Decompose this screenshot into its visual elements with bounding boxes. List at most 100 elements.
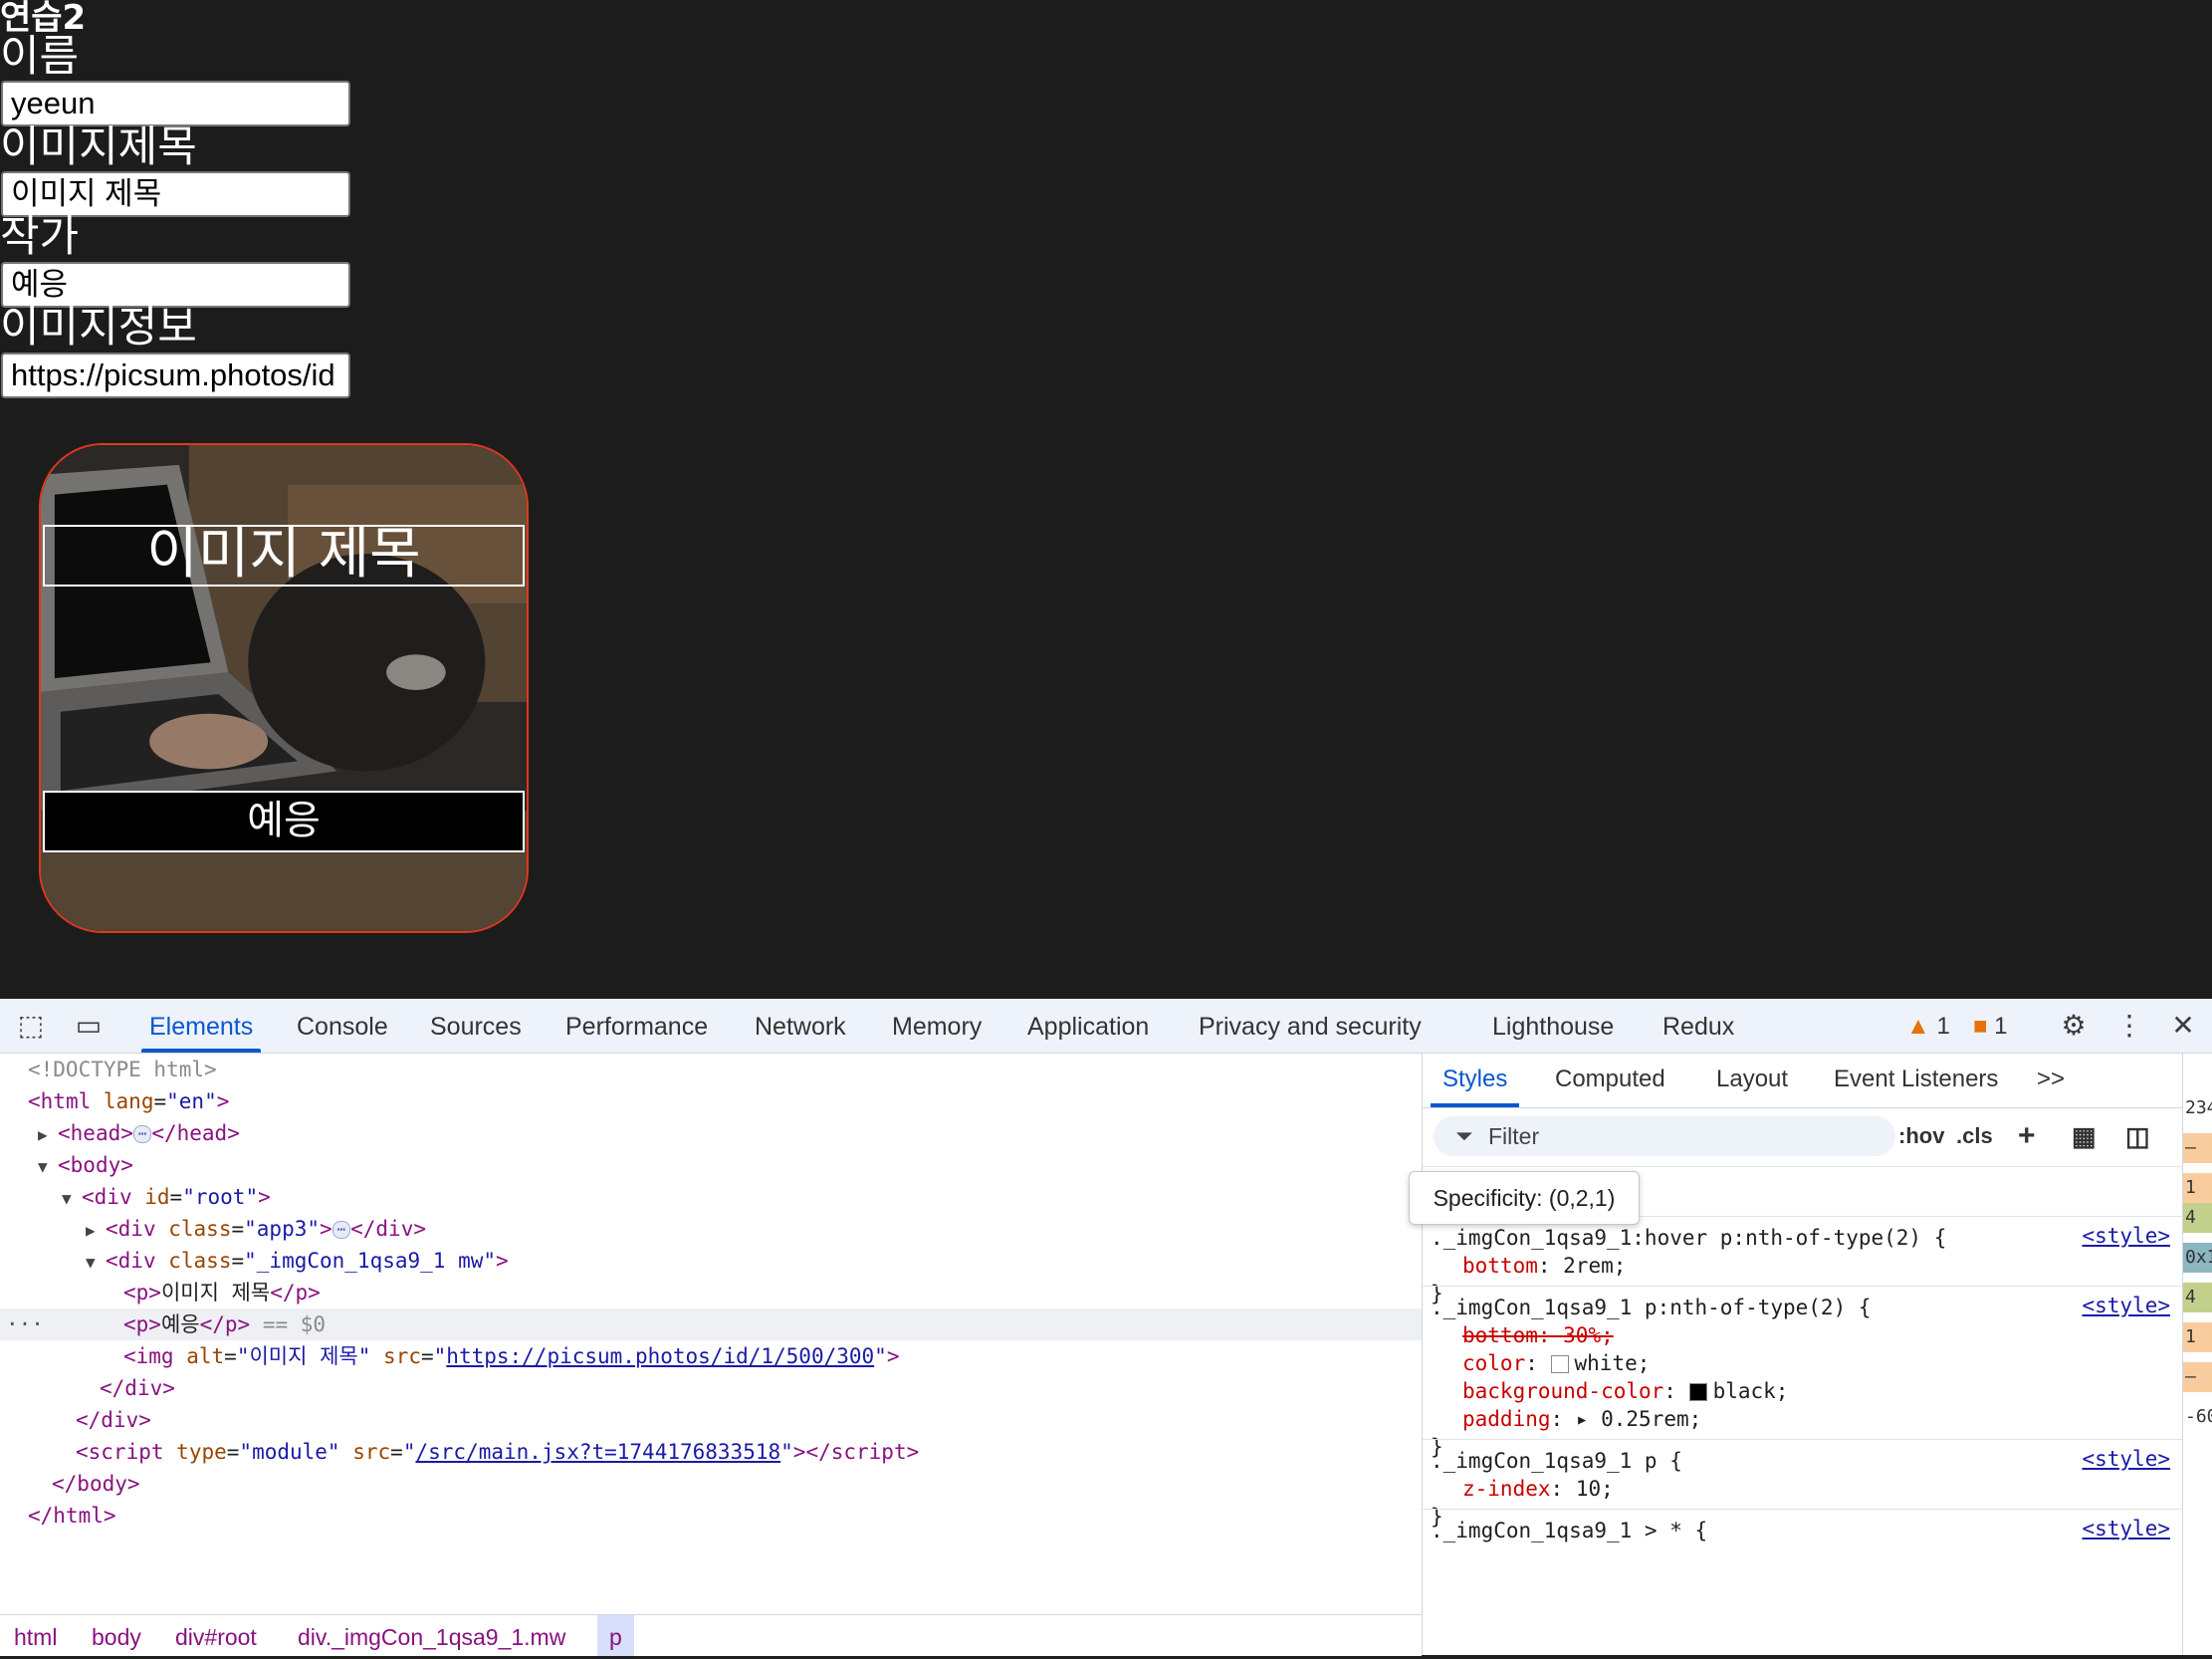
expand-triangle-icon[interactable]: ▸ [1576,1407,1589,1431]
rule-3-decl-1[interactable]: z-index: 10; [1462,1475,1614,1503]
gear-icon[interactable]: ⚙ [2057,1009,2091,1043]
more-tabs-icon[interactable]: >> [2037,1054,2065,1107]
dom-root-div[interactable]: ▼ <div id="root"> [0,1181,1483,1213]
errors-count: 1 [1994,1013,2008,1040]
collapse-triangle-icon[interactable]: ▼ [62,1183,82,1215]
image-card[interactable]: 이미지 제목 예응 [39,443,529,933]
strip-value: 234 [2185,1097,2212,1118]
close-icon[interactable]: ✕ [2166,1009,2200,1043]
image-title-input[interactable]: 이미지 제목 [1,171,350,217]
new-rule-icon[interactable]: + [2018,1116,2036,1156]
crumb-root[interactable]: div#root [175,1615,257,1656]
dom-close-body[interactable]: </body> [0,1468,1473,1500]
more-vert-icon[interactable]: ⋮ [2112,1009,2146,1043]
rule-2-decl-2[interactable]: color: white; [1462,1349,1650,1377]
device-toolbar-icon[interactable]: ▭ [72,1009,106,1043]
collapse-triangle-icon[interactable]: ▼ [38,1151,58,1183]
rule-3-selector[interactable]: ._imgCon_1qsa9_1 p { [1431,1447,1682,1475]
script-src-link[interactable]: /src/main.jsx?t=1744176833518 [415,1440,780,1464]
inspect-element-icon[interactable]: ⬚ [14,1009,48,1043]
dom-doctype[interactable]: <!DOCTYPE html> [0,1054,1449,1085]
toggle-sidebar-icon[interactable]: ◫ [2125,1116,2150,1156]
dom-html[interactable]: <html lang="en"> [0,1085,1449,1117]
tab-layout[interactable]: Layout [1716,1054,1788,1107]
crumb-body[interactable]: body [92,1615,141,1656]
dom-body[interactable]: ▼ <body> [0,1149,1459,1181]
page-viewport: 연습2 이름 yeeun 이미지제목 이미지 제목 작가 예응 이미지정보 ht… [0,0,2212,999]
tab-lighthouse[interactable]: Lighthouse [1492,999,1614,1053]
tab-application[interactable]: Application [1027,999,1149,1053]
strip-value: – [2183,1362,2212,1392]
hov-button[interactable]: :hov [1898,1116,1944,1156]
paint-brush-icon[interactable]: ▦ [2072,1116,2097,1156]
tab-redux[interactable]: Redux [1662,999,1734,1053]
strip-value: 0x1 [2183,1243,2212,1273]
warning-icon: ▲ [1906,1013,1930,1040]
image-info-input[interactable]: https://picsum.photos/id [1,353,350,398]
dom-head[interactable]: ▶ <head> ⋯ </head> [0,1117,1459,1149]
dom-app3-div[interactable]: ▶ <div class="app3"> ⋯ </div> [0,1213,1507,1245]
tab-performance[interactable]: Performance [565,999,708,1053]
tab-styles[interactable]: Styles [1430,1054,1520,1107]
tab-sources[interactable]: Sources [430,999,522,1053]
devtools-toolbar: ⬚ ▭ Elements Console Sources Performance… [0,999,2212,1054]
strip-value: 4 [2183,1283,2212,1312]
tab-elements[interactable]: Elements [140,999,262,1053]
dom-p-title[interactable]: <p>이미지 제목</p> [0,1277,1545,1308]
tab-console[interactable]: Console [297,999,388,1053]
devtools-panel: ⬚ ▭ Elements Console Sources Performance… [0,999,2212,1656]
collapse-triangle-icon[interactable]: ▼ [86,1247,106,1279]
crumb-p[interactable]: p [597,1615,634,1656]
rule-4-source[interactable]: <style> [2082,1517,2170,1540]
dom-img[interactable]: <img alt="이미지 제목" src="https://picsum.ph… [0,1340,1545,1372]
ellipsis-icon[interactable]: ⋯ [132,1125,152,1143]
author-input[interactable]: 예응 [1,262,350,308]
dom-close-html[interactable]: </html> [0,1500,1449,1532]
warnings-badge[interactable]: ▲ 1 [1906,999,1950,1053]
strip-value: 1 [2183,1322,2212,1352]
rule-2-decl-4[interactable]: padding: ▸ 0.25rem; [1462,1405,1701,1433]
warnings-count: 1 [1936,1013,1950,1040]
tab-memory[interactable]: Memory [892,999,982,1053]
rule-2-source[interactable]: <style> [2082,1294,2170,1317]
rule-2-decl-1[interactable]: bottom: 30%; [1462,1321,1614,1349]
dom-close-root[interactable]: </div> [0,1404,1497,1436]
strip-value: -60 [2185,1406,2212,1427]
card-title-caption: 이미지 제목 [43,525,525,587]
ellipsis-icon[interactable]: ⋯ [332,1221,351,1239]
dom-close-div[interactable]: </div> [0,1372,1521,1404]
black-swatch-icon[interactable] [1688,1383,1707,1401]
rule-1-source[interactable]: <style> [2082,1224,2170,1248]
cls-button[interactable]: .cls [1956,1116,1993,1156]
crumb-imgcon[interactable]: div._imgCon_1qsa9_1.mw [298,1615,565,1656]
name-input[interactable]: yeeun [1,81,350,126]
expand-triangle-icon[interactable]: ▶ [38,1119,58,1151]
white-swatch-icon[interactable] [1550,1355,1569,1373]
tab-computed[interactable]: Computed [1555,1054,1665,1107]
page-title: 연습2 [0,0,87,38]
dom-script[interactable]: <script type="module" src="/src/main.jsx… [0,1436,1497,1468]
styles-filter-input[interactable]: ⏷ Filter [1434,1116,1895,1156]
tab-privacy-security[interactable]: Privacy and security [1199,999,1422,1053]
dom-p-author[interactable]: ··· <p>예응</p> == $0 [0,1308,1545,1340]
rule-4-selector[interactable]: ._imgCon_1qsa9_1 > * { [1431,1517,1707,1544]
tab-event-listeners[interactable]: Event Listeners [1834,1054,1998,1107]
rule-3-source[interactable]: <style> [2082,1447,2170,1471]
rule-1-decl-1[interactable]: bottom: 2rem; [1462,1252,1626,1280]
breadcrumb: html body div#root div._imgCon_1qsa9_1.m… [0,1614,1422,1656]
rule-2-selector[interactable]: ._imgCon_1qsa9_1 p:nth-of-type(2) { [1431,1294,1872,1321]
strip-value: 4 [2183,1203,2212,1233]
crumb-html[interactable]: html [14,1615,57,1656]
dom-imgcon-div[interactable]: ▼ <div class="_imgCon_1qsa9_1 mw"> [0,1245,1507,1277]
rule-1-selector[interactable]: ._imgCon_1qsa9_1:hover p:nth-of-type(2) … [1431,1224,1946,1252]
rule-2-decl-3[interactable]: background-color: black; [1462,1377,1788,1405]
computed-side-strip: 234 – 1 4 0x1 4 1 – -60 [2182,1054,2212,1655]
styles-tabbar: Styles Computed Layout Event Listeners >… [1423,1054,2182,1108]
specificity-tooltip: Specificity: (0,2,1) [1409,1171,1640,1225]
tab-network[interactable]: Network [755,999,846,1053]
image-info-label: 이미지정보 [0,303,197,353]
img-src-link[interactable]: https://picsum.photos/id/1/500/300 [446,1344,874,1368]
errors-badge[interactable]: ■ 1 [1973,999,2008,1053]
more-horiz-icon[interactable]: ··· [6,1308,44,1340]
expand-triangle-icon[interactable]: ▶ [86,1215,106,1247]
